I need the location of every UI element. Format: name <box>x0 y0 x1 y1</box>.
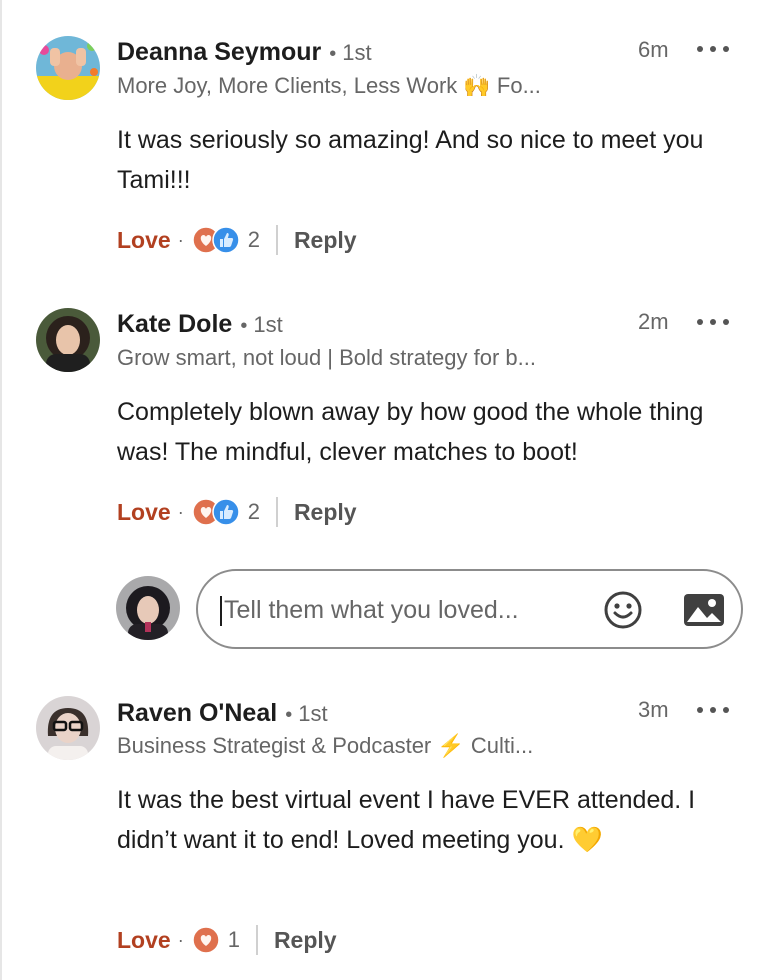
separator-dot: · <box>177 929 184 950</box>
avatar[interactable] <box>36 36 100 100</box>
avatar[interactable] <box>36 696 100 760</box>
author-line: Kate Dole • 1st <box>117 310 283 339</box>
composer-avatar <box>116 576 180 640</box>
more-options-icon[interactable] <box>697 700 729 720</box>
author-headline: Business Strategist & Podcaster ⚡ Culti.… <box>117 733 534 758</box>
author-headline: More Joy, More Clients, Less Work 🙌 Fo..… <box>117 73 541 98</box>
connection-degree: 1st <box>253 312 283 337</box>
separator-dot: · <box>177 501 184 522</box>
comment-time: 2m <box>638 309 669 334</box>
comment-input[interactable] <box>222 589 586 631</box>
reply-button[interactable]: Reply <box>294 499 357 526</box>
reply-button[interactable]: Reply <box>274 927 337 954</box>
reaction-summary[interactable]: 2 <box>191 498 260 526</box>
divider <box>275 497 278 527</box>
separator-dot: • <box>329 43 337 65</box>
more-options-icon[interactable] <box>697 312 729 332</box>
love-reaction-icon <box>191 926 220 954</box>
connection-degree: 1st <box>342 40 372 65</box>
author-headline: Grow smart, not loud | Bold strategy for… <box>117 345 536 370</box>
like-reaction-icon <box>211 226 240 254</box>
author-line: Raven O'Neal • 1st <box>117 699 328 728</box>
reaction-summary[interactable]: 1 <box>191 926 240 954</box>
reaction-count: 2 <box>247 499 260 524</box>
love-button[interactable]: Love <box>117 927 171 954</box>
image-icon[interactable] <box>683 592 725 628</box>
author-name[interactable]: Kate Dole <box>117 310 232 338</box>
comment-text: It was the best virtual event I have EVE… <box>117 786 696 854</box>
comment-text: It was seriously so amazing! And so nice… <box>117 126 704 194</box>
reply-button[interactable]: Reply <box>294 227 357 254</box>
separator-dot: • <box>240 315 248 337</box>
connection-degree: 1st <box>298 701 328 726</box>
separator-dot: • <box>285 704 293 726</box>
author-name[interactable]: Raven O'Neal <box>117 699 277 727</box>
comment-time: 6m <box>638 37 669 62</box>
author-line: Deanna Seymour • 1st <box>117 38 372 67</box>
comment-composer[interactable] <box>196 569 743 649</box>
comment-time: 3m <box>638 697 669 722</box>
author-name[interactable]: Deanna Seymour <box>117 38 321 66</box>
more-options-icon[interactable] <box>697 39 729 59</box>
separator-dot: · <box>177 229 184 250</box>
like-reaction-icon <box>211 498 240 526</box>
reaction-count: 2 <box>247 227 260 252</box>
comment-text: Completely blown away by how good the wh… <box>117 398 704 466</box>
emoji-icon[interactable] <box>603 590 643 630</box>
comment-actions: Love · 1 Reply <box>117 923 337 957</box>
divider <box>255 925 258 955</box>
thread-rule <box>0 0 2 980</box>
reaction-count: 1 <box>227 927 240 952</box>
comment-actions: Love · 2 Reply <box>117 223 357 257</box>
avatar[interactable] <box>36 308 100 372</box>
love-button[interactable]: Love <box>117 227 171 254</box>
reaction-summary[interactable]: 2 <box>191 226 260 254</box>
comment-actions: Love · 2 Reply <box>117 495 357 529</box>
love-button[interactable]: Love <box>117 499 171 526</box>
divider <box>275 225 278 255</box>
